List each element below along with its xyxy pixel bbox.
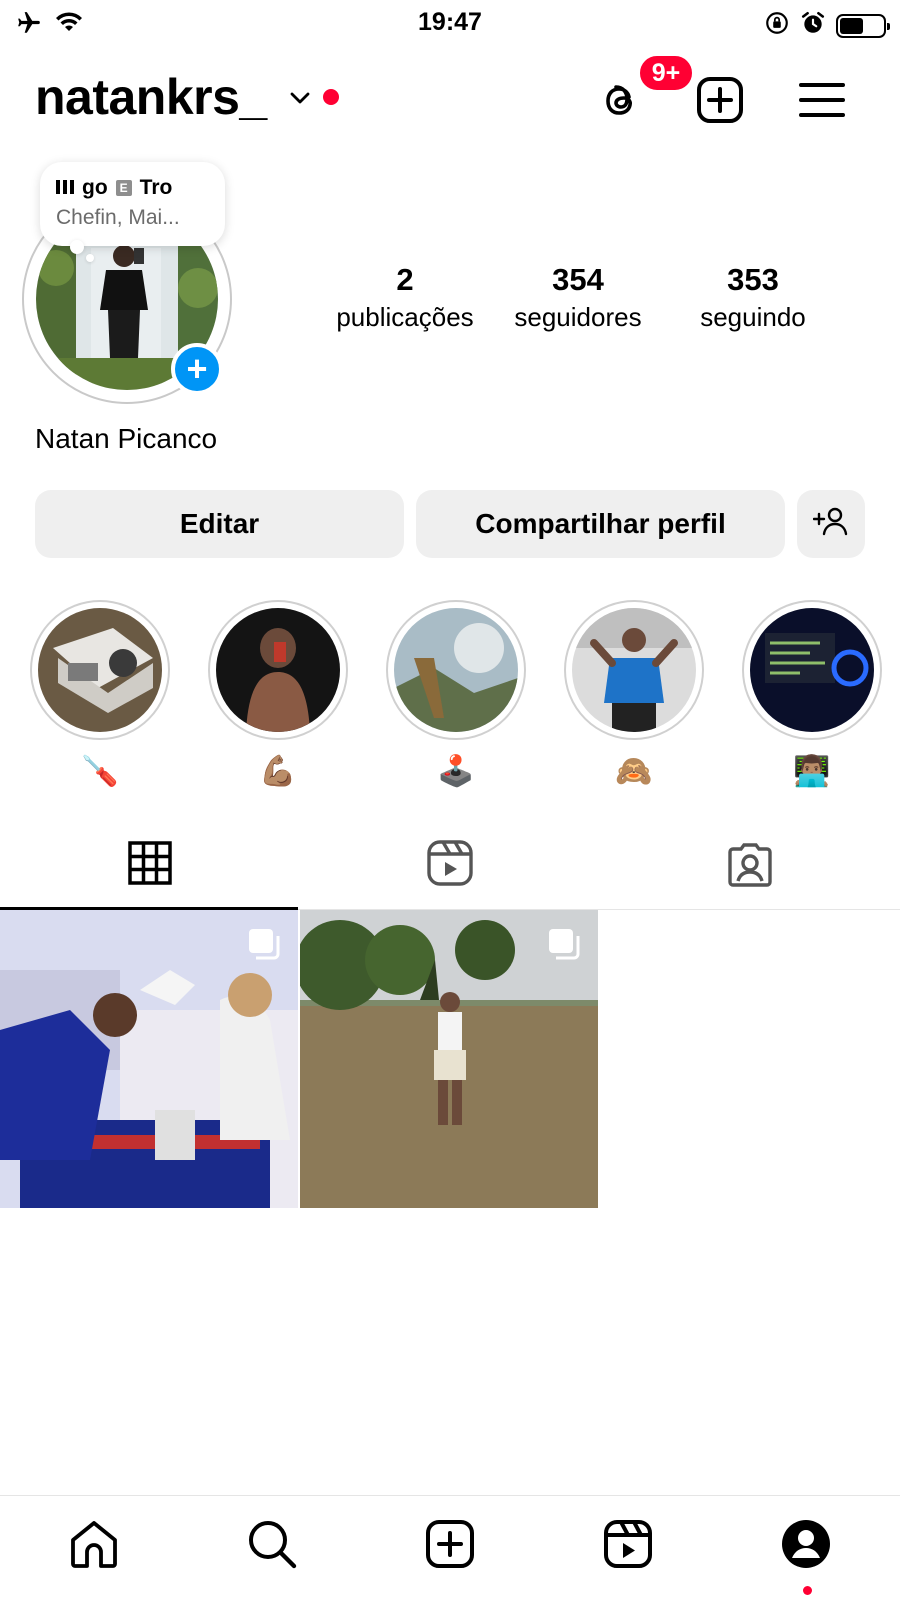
highlight-ring (564, 600, 704, 740)
story-highlight[interactable]: 👨🏽‍💻 (742, 600, 882, 790)
nav-profile[interactable] (778, 1518, 834, 1574)
username[interactable]: natankrs_ (35, 68, 267, 126)
status-bar: 19:47 (0, 0, 900, 48)
stat-following-label: seguindo (700, 302, 806, 332)
carousel-icon (246, 926, 282, 967)
highlight-emoji: 💪🏽 (259, 755, 297, 788)
edit-profile-button[interactable]: Editar (35, 490, 404, 558)
alarm-icon (800, 10, 826, 41)
highlight-emoji: 👨🏽‍💻 (793, 755, 831, 788)
stat-followers[interactable]: 354 seguidores (493, 262, 663, 333)
note-song-title-cont: Tro (139, 176, 173, 199)
post-thumbnail[interactable] (300, 910, 598, 1208)
highlight-cover (572, 608, 696, 732)
search-icon (246, 1518, 298, 1575)
notification-dot (803, 1586, 812, 1595)
nav-home[interactable] (66, 1518, 122, 1574)
highlight-ring (386, 600, 526, 740)
highlight-emoji: 🪛 (81, 755, 119, 788)
tab-reels[interactable] (300, 820, 600, 910)
story-highlight[interactable]: 🕹️ (386, 600, 526, 790)
story-highlight[interactable]: 🪛 (30, 600, 170, 790)
stat-following-value: 353 (727, 262, 779, 297)
note-tail-small (86, 254, 94, 262)
explicit-badge: E (115, 180, 132, 196)
highlight-emoji: 🙈 (615, 755, 653, 788)
story-highlight[interactable]: 💪🏽 (208, 600, 348, 790)
stat-followers-label: seguidores (514, 302, 642, 332)
orientation-lock-icon (764, 10, 790, 41)
stat-posts-label: publicações (336, 302, 474, 332)
carousel-icon (546, 926, 582, 967)
highlight-ring (742, 600, 882, 740)
profile-header: natankrs_ (0, 60, 900, 140)
highlight-cover (216, 608, 340, 732)
reels-icon (426, 839, 474, 892)
stat-followers-value: 354 (552, 262, 604, 297)
profile-tabs (0, 820, 900, 910)
discover-people-button[interactable] (797, 490, 865, 558)
story-highlight[interactable]: 🙈 (564, 600, 704, 790)
home-icon (68, 1518, 120, 1575)
tab-tagged[interactable] (600, 820, 900, 910)
threads-badge: 9+ (637, 53, 695, 93)
tab-grid[interactable] (0, 820, 300, 910)
menu-icon[interactable] (794, 72, 850, 128)
add-person-icon (812, 506, 849, 543)
nav-reels[interactable] (600, 1518, 656, 1574)
nav-create[interactable] (422, 1518, 478, 1574)
full-name: Natan Picanco (35, 423, 218, 454)
chevron-down-icon[interactable] (288, 86, 312, 115)
highlight-cover (38, 608, 162, 732)
grid-icon (128, 840, 172, 890)
tagged-icon (726, 839, 774, 892)
battery-level (840, 17, 864, 34)
highlight-cover (750, 608, 874, 732)
share-profile-button[interactable]: Compartilhar perfil (416, 490, 785, 558)
highlight-ring (208, 600, 348, 740)
stat-following[interactable]: 353 seguindo (668, 262, 838, 333)
reels-icon (603, 1519, 653, 1574)
create-post-icon[interactable] (692, 72, 748, 128)
note-song-title: go (82, 176, 108, 199)
stat-posts-value: 2 (396, 262, 414, 297)
highlight-ring (30, 600, 170, 740)
bottom-nav (0, 1495, 900, 1600)
nav-search[interactable] (244, 1518, 300, 1574)
note-song-line: go E Tro (56, 176, 209, 200)
add-story-button[interactable]: + (171, 343, 223, 395)
highlight-cover (394, 608, 518, 732)
create-icon (425, 1519, 475, 1574)
unread-dot (323, 89, 339, 105)
profile-icon (780, 1518, 832, 1575)
stat-posts[interactable]: 2 publicações (320, 262, 490, 333)
highlight-emoji: 🕹️ (437, 755, 475, 788)
post-thumbnail[interactable] (0, 910, 298, 1208)
note-artist: Chefin, Mai... (56, 206, 180, 229)
battery-icon (836, 13, 890, 38)
note-bubble[interactable]: go E Tro Chefin, Mai... (40, 162, 225, 246)
music-bars-icon (56, 176, 74, 200)
note-tail (70, 240, 84, 254)
